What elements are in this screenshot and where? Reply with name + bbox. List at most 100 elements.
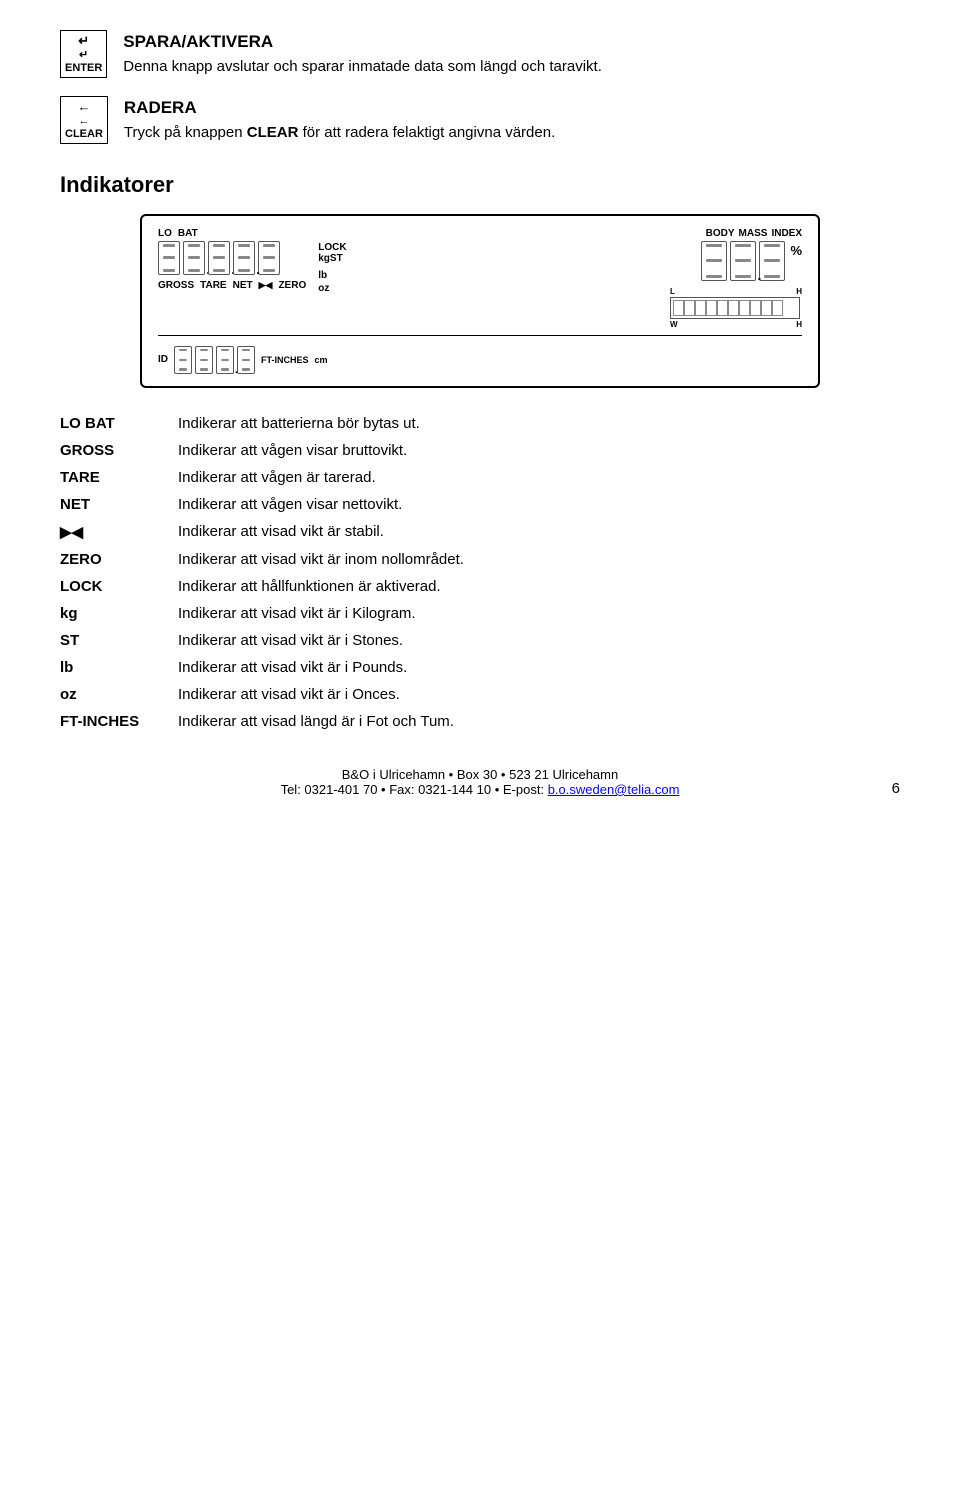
- indicator-desc: Indikerar att visad längd är i Fot och T…: [170, 708, 900, 735]
- indicator-row: GROSSIndikerar att vågen visar bruttovik…: [60, 437, 900, 464]
- display-diagram: LO BAT: [140, 214, 820, 388]
- bmi-cell-2: [684, 300, 695, 316]
- indicator-term: NET: [60, 491, 170, 518]
- indikatorer-heading: Indikatorer: [60, 172, 900, 198]
- display-separator: [158, 335, 802, 336]
- seg-digit-3-wrap: .: [208, 241, 230, 275]
- clear-key-icon: ←CLEAR: [60, 96, 108, 144]
- id-digits: .: [174, 346, 255, 374]
- zero-label: ZERO: [278, 280, 306, 291]
- indicator-desc: Indikerar att visad vikt är inom nollomr…: [170, 546, 900, 573]
- bmi-cell-3: [695, 300, 706, 316]
- bmi-bar: [670, 297, 800, 319]
- indicator-row: LO BATIndikerar att batterierna bör byta…: [60, 410, 900, 437]
- enter-section: ↵ENTER SPARA/AKTIVERA Denna knapp avslut…: [60, 30, 900, 78]
- seg-digit-2-wrap: .: [183, 241, 205, 275]
- indicator-term: oz: [60, 681, 170, 708]
- stab-label: ▶◀: [259, 280, 273, 291]
- bmi-cell-4: [706, 300, 717, 316]
- bmi-digit-1: [701, 241, 727, 281]
- indicator-row: LOCKIndikerar att hållfunktionen är akti…: [60, 573, 900, 600]
- lo-label: LO: [158, 228, 172, 239]
- bmi-cell-8: [750, 300, 761, 316]
- indicator-term: ZERO: [60, 546, 170, 573]
- bmi-dot: .: [758, 267, 762, 283]
- seg-digit-2: [183, 241, 205, 275]
- indicator-desc: Indikerar att batterierna bör bytas ut.: [170, 410, 900, 437]
- indicator-term: FT-INCHES: [60, 708, 170, 735]
- net-label: NET: [233, 280, 253, 291]
- id-digit-3: [216, 346, 234, 374]
- bat-label: BAT: [178, 228, 198, 239]
- bmi-group: BODY MASS INDEX: [670, 228, 802, 329]
- indicator-desc: Indikerar att visad vikt är stabil.: [170, 518, 900, 546]
- bmi-cell-5: [717, 300, 728, 316]
- bmi-digit-3: [759, 241, 785, 281]
- lock-unit-col: LOCK kgST lb oz: [318, 242, 346, 294]
- bottom-row: ID .: [158, 346, 802, 374]
- tare-label: TARE: [200, 280, 226, 291]
- seg-digit-1: [158, 241, 180, 275]
- indicator-desc: Indikerar att hållfunktionen är aktivera…: [170, 573, 900, 600]
- gross-label: GROSS: [158, 280, 194, 291]
- indicator-row: NETIndikerar att vågen visar nettovikt.: [60, 491, 900, 518]
- lb-label-disp: lb: [318, 270, 327, 281]
- indicator-row: ZEROIndikerar att visad vikt är inom nol…: [60, 546, 900, 573]
- indicator-desc: Indikerar att vågen visar nettovikt.: [170, 491, 900, 518]
- bmi-cell-10: [772, 300, 783, 316]
- indicator-term: kg: [60, 600, 170, 627]
- indicator-term: ▶◀: [60, 518, 170, 546]
- id-digit-1: [174, 346, 192, 374]
- indicator-term: GROSS: [60, 437, 170, 464]
- seg-digit-4: [233, 241, 255, 275]
- id-label: ID: [158, 354, 168, 365]
- bmi-bar-container: L H: [670, 287, 802, 329]
- indicator-row: TAREIndikerar att vågen är tarerad.: [60, 464, 900, 491]
- indicator-row: FT-INCHESIndikerar att visad längd är i …: [60, 708, 900, 735]
- footer-line2: Tel: 0321-401 70 • Fax: 0321-144 10 • E-…: [0, 782, 960, 797]
- bmi-bar-bottom-labels: W H: [670, 320, 802, 329]
- mass-label: MASS: [739, 228, 768, 239]
- enter-description: Denna knapp avslutar och sparar inmatade…: [123, 58, 602, 75]
- indicator-desc: Indikerar att visad vikt är i Stones.: [170, 627, 900, 654]
- bmi-w-label: W: [670, 320, 678, 329]
- bmi-digit-2-wrap: .: [730, 241, 756, 281]
- dot-3: .: [256, 262, 260, 277]
- clear-section: ←CLEAR RADERA Tryck på knappen CLEAR för…: [60, 96, 900, 144]
- indicator-term: TARE: [60, 464, 170, 491]
- bmi-cell-7: [739, 300, 750, 316]
- indicator-table: LO BATIndikerar att batterierna bör byta…: [60, 410, 900, 735]
- lock-label-disp: LOCK: [318, 242, 346, 253]
- index-label: INDEX: [771, 228, 802, 239]
- indicator-term: LO BAT: [60, 410, 170, 437]
- bmi-cell-1: [673, 300, 684, 316]
- id-dot: .: [235, 364, 238, 376]
- page-number: 6: [892, 780, 900, 797]
- clear-heading: RADERA: [124, 96, 555, 118]
- enter-key-icon: ↵ENTER: [60, 30, 107, 78]
- oz-label-disp: oz: [318, 283, 329, 294]
- indicator-desc: Indikerar att visad vikt är i Pounds.: [170, 654, 900, 681]
- body-label: BODY: [706, 228, 735, 239]
- indicator-term: lb: [60, 654, 170, 681]
- footer-email-link[interactable]: b.o.sweden@telia.com: [548, 782, 680, 797]
- id-digit-3-wrap: .: [216, 346, 234, 374]
- indicator-term: LOCK: [60, 573, 170, 600]
- id-digit-4: [237, 346, 255, 374]
- main-digits: . .: [158, 241, 306, 275]
- footer: B&O i Ulricehamn • Box 30 • 523 21 Ulric…: [0, 767, 960, 797]
- indicator-desc: Indikerar att vågen visar bruttovikt.: [170, 437, 900, 464]
- indicator-row: STIndikerar att visad vikt är i Stones.: [60, 627, 900, 654]
- row-labels: GROSS TARE NET ▶◀ ZERO: [158, 280, 306, 291]
- seg-digit-3: [208, 241, 230, 275]
- percent-symbol: %: [790, 243, 802, 258]
- clear-desc-pre: Tryck på knappen: [124, 124, 243, 141]
- clear-description: Tryck på knappen CLEAR för att radera fe…: [124, 124, 555, 141]
- indicator-desc: Indikerar att visad vikt är i Onces.: [170, 681, 900, 708]
- bmi-label: BODY MASS INDEX: [706, 228, 802, 239]
- enter-heading: SPARA/AKTIVERA: [123, 30, 602, 52]
- footer-line2-pre: Tel: 0321-401 70 • Fax: 0321-144 10 • E-…: [281, 782, 548, 797]
- cm-label: cm: [315, 355, 328, 365]
- high-indicator: H: [796, 287, 802, 296]
- indicator-desc: Indikerar att visad vikt är i Kilogram.: [170, 600, 900, 627]
